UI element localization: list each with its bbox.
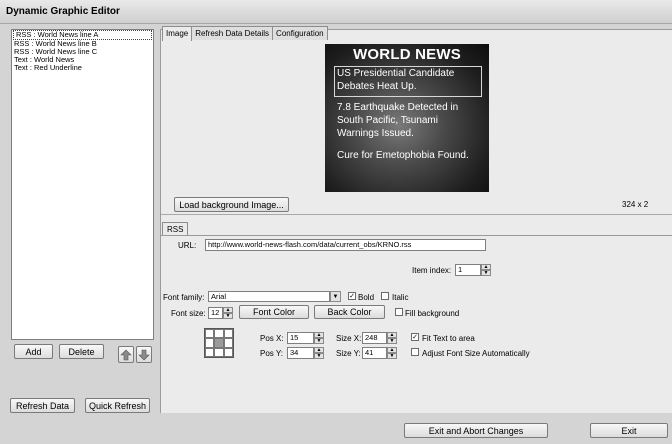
fill-background-checkbox[interactable] — [395, 308, 403, 316]
tab-bar: Image Refresh Data Details Configuration — [162, 26, 328, 41]
font-family-select[interactable]: Arial — [208, 291, 330, 302]
alignment-cell[interactable] — [214, 347, 224, 357]
size-y-input[interactable]: 41 — [362, 347, 387, 359]
preview-line: Warnings Issued. — [337, 128, 414, 139]
alignment-cell[interactable] — [205, 338, 215, 348]
size-y-label: Size Y: — [336, 349, 361, 358]
graphic-preview: WORLD NEWS US Presidential Candidate Deb… — [325, 44, 489, 192]
window-title: Dynamic Graphic Editor — [0, 0, 672, 24]
alignment-cell[interactable] — [214, 338, 224, 348]
delete-button[interactable]: Delete — [59, 344, 104, 359]
tab-configuration[interactable]: Configuration — [272, 26, 328, 40]
alignment-cell[interactable] — [223, 329, 233, 339]
item-index-input[interactable]: 1 — [455, 264, 481, 276]
preview-line: South Pacific, Tsunami — [337, 115, 438, 126]
preview-line: US Presidential Candidate — [337, 68, 455, 79]
arrow-up-icon — [120, 349, 132, 360]
preview-line: Debates Heat Up. — [337, 81, 417, 92]
load-background-image-button[interactable]: Load background Image... — [174, 197, 289, 212]
quick-refresh-button[interactable]: Quick Refresh — [85, 398, 150, 413]
bold-label: Bold — [358, 293, 375, 302]
fill-background-label: Fill background — [405, 309, 460, 318]
font-size-label: Font size: — [171, 309, 206, 318]
exit-button[interactable]: Exit — [590, 423, 668, 438]
spin-down-icon[interactable]: ▼ — [314, 353, 324, 359]
arrow-down-icon — [138, 349, 150, 360]
spin-down-icon[interactable]: ▼ — [387, 353, 397, 359]
move-down-button[interactable] — [136, 346, 152, 363]
pos-x-label: Pos X: — [260, 334, 284, 343]
tab-refresh-data-details[interactable]: Refresh Data Details — [191, 26, 274, 40]
image-size-text: 324 x 2 — [622, 200, 649, 209]
spin-down-icon[interactable]: ▼ — [387, 338, 397, 344]
move-up-button[interactable] — [118, 346, 134, 363]
exit-and-abort-button[interactable]: Exit and Abort Changes — [404, 423, 548, 438]
italic-label: Italic — [392, 293, 409, 302]
alignment-cell[interactable] — [223, 338, 233, 348]
alignment-cell[interactable] — [223, 347, 233, 357]
item-index-label: Item index: — [412, 266, 452, 275]
alignment-cell[interactable] — [214, 329, 224, 339]
spin-down-icon[interactable]: ▼ — [223, 313, 233, 319]
font-color-button[interactable]: Font Color — [239, 305, 309, 319]
bold-checkbox[interactable]: ✓ — [348, 292, 356, 300]
alignment-cell[interactable] — [205, 329, 215, 339]
tab-rss[interactable]: RSS — [162, 222, 189, 236]
pos-x-input[interactable]: 15 — [287, 332, 314, 344]
pos-y-input[interactable]: 34 — [287, 347, 314, 359]
adjust-font-size-checkbox[interactable] — [411, 348, 419, 356]
adjust-font-size-label: Adjust Font Size Automatically — [422, 349, 530, 358]
font-size-input[interactable]: 12 — [208, 307, 223, 319]
preview-heading: WORLD NEWS — [353, 46, 461, 63]
layer-list[interactable]: RSS : World News line A RSS : World News… — [11, 29, 154, 340]
add-button[interactable]: Add — [14, 344, 53, 359]
refresh-data-button[interactable]: Refresh Data — [10, 398, 75, 413]
tab-image[interactable]: Image — [162, 26, 193, 41]
section-divider — [161, 214, 672, 215]
spin-down-icon[interactable]: ▼ — [314, 338, 324, 344]
alignment-grid[interactable] — [204, 328, 234, 358]
url-input[interactable]: http://www.world-news-flash.com/data/cur… — [205, 239, 486, 251]
url-label: URL: — [178, 241, 197, 250]
italic-checkbox[interactable] — [381, 292, 389, 300]
font-family-label: Font family: — [163, 293, 205, 302]
spin-down-icon[interactable]: ▼ — [481, 270, 491, 276]
layer-item[interactable]: Text : Red Underline — [12, 64, 153, 72]
back-color-button[interactable]: Back Color — [314, 305, 385, 319]
preview-line: 7.8 Earthquake Detected in — [337, 102, 459, 113]
fit-text-label: Fit Text to area — [422, 334, 475, 343]
preview-line: Cure for Emetophobia Found. — [337, 150, 469, 161]
pos-y-label: Pos Y: — [260, 349, 283, 358]
rss-tab-line — [161, 235, 672, 236]
size-x-input[interactable]: 248 — [362, 332, 387, 344]
fit-text-checkbox[interactable]: ✓ — [411, 333, 419, 341]
size-x-label: Size X: — [336, 334, 362, 343]
chevron-down-icon[interactable]: ▼ — [330, 291, 341, 302]
alignment-cell[interactable] — [205, 347, 215, 357]
